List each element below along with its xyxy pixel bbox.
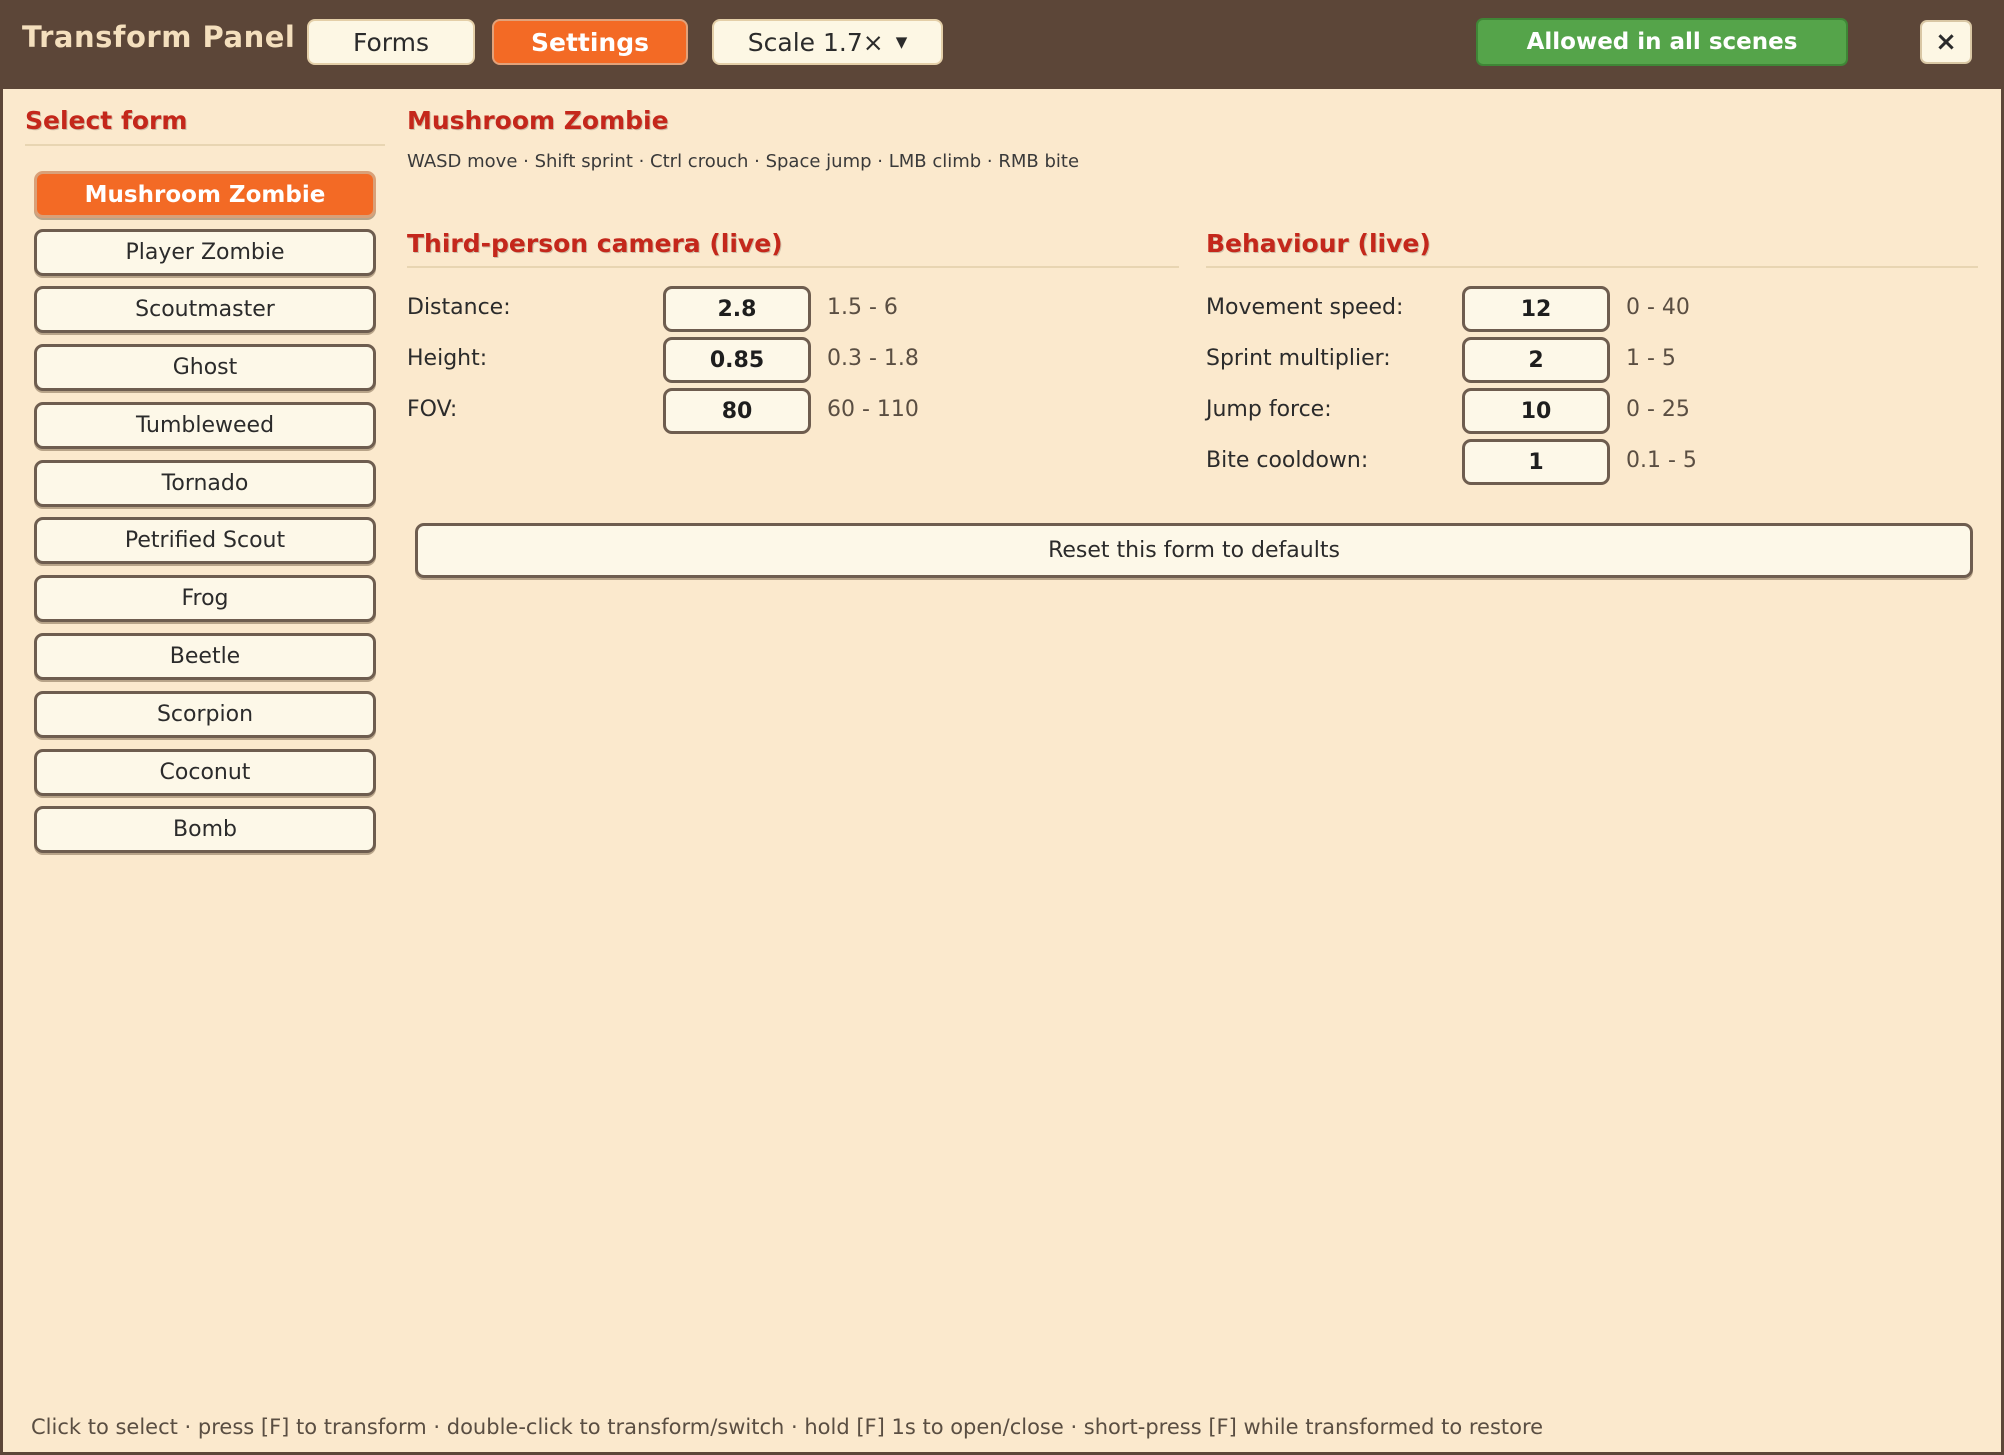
form-item-scoutmaster[interactable]: Scoutmaster — [34, 286, 376, 333]
top-bar: Transform Panel Forms Settings Scale 1.7… — [0, 0, 2004, 89]
form-item-coconut[interactable]: Coconut — [34, 749, 376, 796]
param-range: 1.5 - 6 — [827, 295, 898, 320]
jump-force-input[interactable]: 10 — [1462, 388, 1610, 434]
param-range: 0.3 - 1.8 — [827, 346, 919, 371]
close-button[interactable]: × — [1920, 20, 1972, 64]
height-input[interactable]: 0.85 — [663, 337, 811, 383]
param-label: Movement speed: — [1206, 295, 1404, 320]
sidebar-title: Select form — [25, 106, 188, 135]
param-range: 0 - 25 — [1626, 397, 1690, 422]
form-item-player-zombie[interactable]: Player Zombie — [34, 229, 376, 276]
scale-dropdown[interactable]: Scale 1.7× ▼ — [712, 19, 943, 65]
camera-section-title: Third-person camera (live) — [407, 229, 783, 258]
param-label: Sprint multiplier: — [1206, 346, 1391, 371]
controls-hint: WASD move · Shift sprint · Ctrl crouch ·… — [407, 151, 1080, 172]
param-label: Jump force: — [1206, 397, 1332, 422]
tab-forms[interactable]: Forms — [307, 19, 475, 65]
sidebar-divider — [25, 144, 385, 146]
bite-cooldown-input[interactable]: 1 — [1462, 439, 1610, 485]
caret-down-icon: ▼ — [895, 33, 908, 51]
behaviour-section-title: Behaviour (live) — [1206, 229, 1431, 258]
scale-label: Scale 1.7× — [747, 27, 884, 57]
tab-settings[interactable]: Settings — [492, 19, 688, 65]
param-range: 0 - 40 — [1626, 295, 1690, 320]
form-item-ghost[interactable]: Ghost — [34, 344, 376, 391]
param-row-fov: FOV: 80 60 - 110 — [407, 388, 1179, 447]
form-item-scorpion[interactable]: Scorpion — [34, 691, 376, 738]
fov-input[interactable]: 80 — [663, 388, 811, 434]
selected-form-title: Mushroom Zombie — [407, 106, 669, 135]
app-title: Transform Panel — [22, 20, 296, 54]
param-label: Bite cooldown: — [1206, 448, 1369, 473]
param-label: Height: — [407, 346, 488, 371]
form-item-mushroom-zombie[interactable]: Mushroom Zombie — [34, 171, 376, 218]
sprint-multiplier-input[interactable]: 2 — [1462, 337, 1610, 383]
reset-defaults-button[interactable]: Reset this form to defaults — [415, 523, 1973, 578]
status-badge[interactable]: Allowed in all scenes — [1476, 18, 1848, 66]
param-range: 60 - 110 — [827, 397, 919, 422]
close-icon: × — [1935, 27, 1957, 57]
form-item-petrified-scout[interactable]: Petrified Scout — [34, 517, 376, 564]
form-item-bomb[interactable]: Bomb — [34, 806, 376, 853]
form-sidebar: Select form Mushroom Zombie Player Zombi… — [3, 89, 385, 1452]
form-item-beetle[interactable]: Beetle — [34, 633, 376, 680]
transform-panel: Select form Mushroom Zombie Player Zombi… — [3, 89, 2001, 1452]
param-label: Distance: — [407, 295, 511, 320]
movement-speed-input[interactable]: 12 — [1462, 286, 1610, 332]
param-label: FOV: — [407, 397, 458, 422]
distance-input[interactable]: 2.8 — [663, 286, 811, 332]
camera-divider — [407, 266, 1179, 268]
param-range: 0.1 - 5 — [1626, 448, 1697, 473]
form-item-tornado[interactable]: Tornado — [34, 460, 376, 507]
form-item-tumbleweed[interactable]: Tumbleweed — [34, 402, 376, 449]
behaviour-divider — [1206, 266, 1978, 268]
footer-hint: Click to select · press [F] to transform… — [31, 1415, 1544, 1439]
param-row-bite-cooldown: Bite cooldown: 1 0.1 - 5 — [1206, 439, 1978, 498]
form-item-frog[interactable]: Frog — [34, 575, 376, 622]
param-range: 1 - 5 — [1626, 346, 1676, 371]
